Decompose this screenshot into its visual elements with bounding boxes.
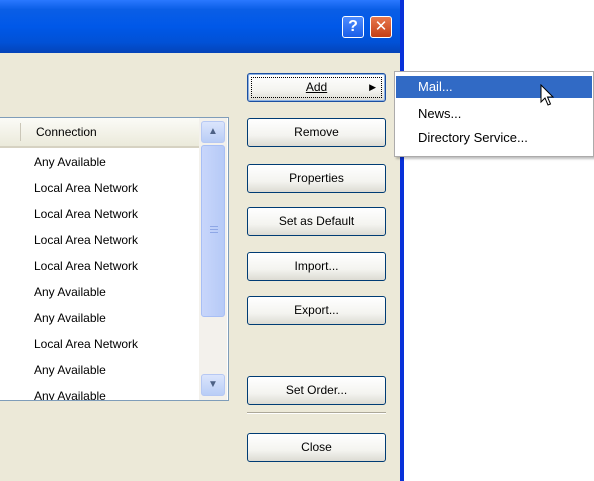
menu-item-mail[interactable]: Mail... (396, 76, 592, 98)
add-button[interactable]: Add ▶ (247, 73, 386, 102)
close-window-button[interactable]: ✕ (370, 16, 392, 38)
focus-rectangle (251, 77, 382, 98)
scroll-down-icon[interactable]: ▼ (201, 374, 225, 396)
help-button[interactable]: ? (342, 16, 364, 38)
thumb-grip (210, 226, 218, 227)
thumb-grip (210, 232, 218, 233)
export-button[interactable]: Export... (247, 296, 386, 325)
vertical-scrollbar[interactable]: ▲ ▼ (199, 118, 227, 400)
mouse-cursor-icon (540, 84, 555, 106)
set-order-button[interactable]: Set Order... (247, 376, 386, 405)
scrollbar-thumb[interactable] (201, 145, 225, 317)
column-header-connection[interactable]: Connection (36, 125, 97, 139)
list-item[interactable]: Any Available (0, 357, 199, 383)
list-item[interactable]: Local Area Network (0, 253, 199, 279)
column-separator[interactable] (20, 123, 21, 141)
menu-item-news[interactable]: News... (396, 103, 592, 125)
list-item[interactable]: Local Area Network (0, 331, 199, 357)
list-item[interactable]: Any Available (0, 383, 199, 400)
list-item[interactable]: Any Available (0, 305, 199, 331)
internet-accounts-dialog: ? ✕ Connection Any Available Local Area … (0, 0, 404, 481)
menu-item-directory-service[interactable]: Directory Service... (396, 127, 592, 149)
help-icon: ? (348, 18, 358, 35)
set-as-default-button[interactable]: Set as Default (247, 207, 386, 236)
submenu-arrow-icon: ▶ (369, 82, 376, 92)
import-button[interactable]: Import... (247, 252, 386, 281)
thumb-grip (210, 229, 218, 230)
list-item[interactable]: Local Area Network (0, 201, 199, 227)
list-header: Connection (0, 118, 199, 148)
accounts-list[interactable]: Connection Any Available Local Area Netw… (0, 117, 229, 401)
scroll-up-icon[interactable]: ▲ (201, 121, 225, 143)
remove-button[interactable]: Remove (247, 118, 386, 147)
properties-button[interactable]: Properties (247, 164, 386, 193)
list-item[interactable]: Local Area Network (0, 227, 199, 253)
add-submenu: Mail... News... Directory Service... (394, 71, 594, 157)
list-item[interactable]: Any Available (0, 149, 199, 175)
close-icon: ✕ (374, 18, 388, 35)
list-item[interactable]: Any Available (0, 279, 199, 305)
list-item[interactable]: Local Area Network (0, 175, 199, 201)
list-rows: Any Available Local Area Network Local A… (0, 149, 199, 400)
close-button[interactable]: Close (247, 433, 386, 462)
divider (247, 412, 386, 414)
title-bar: ? ✕ (0, 0, 400, 53)
